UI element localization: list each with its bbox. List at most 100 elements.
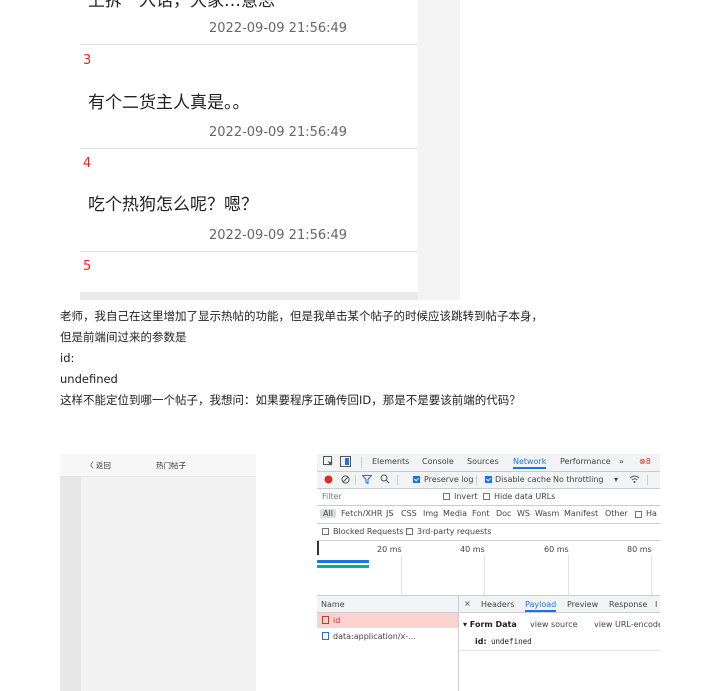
filter-row: Filter Invert Hide data URLs [317, 489, 660, 506]
more-tabs-button[interactable]: » [619, 457, 624, 466]
preserve-log-checkbox[interactable] [413, 476, 420, 483]
invert-checkbox[interactable] [443, 493, 450, 500]
blocked-requests-row: Blocked Requests 3rd-party requests [317, 524, 660, 541]
detail-tab-response[interactable]: Response [609, 600, 647, 609]
request-detail: × Headers Payload Preview Response I ▾ F… [459, 596, 660, 691]
network-conditions-icon[interactable] [629, 474, 640, 486]
form-data-value: undefined [491, 637, 532, 646]
toolbar-divider [355, 475, 356, 485]
post-text[interactable]: 上拆一入话，大家…意思 [88, 0, 275, 11]
record-icon[interactable] [324, 475, 333, 486]
detail-tab-headers[interactable]: Headers [481, 600, 514, 609]
post-number: 4 [83, 156, 92, 171]
post-text[interactable]: 有个二货主人真是。。 [88, 88, 250, 113]
phone-body [81, 477, 256, 691]
timeline-tick: 40 ms [460, 545, 485, 554]
type-filter-wasm[interactable]: Wasm [535, 509, 559, 518]
error-count-badge[interactable]: ⊗8 [639, 457, 651, 466]
tab-sources[interactable]: Sources [467, 457, 499, 466]
close-icon[interactable]: × [464, 599, 471, 608]
toolbar-divider [397, 475, 398, 485]
question-line-1: 老师，我自己在这里增加了显示热帖的功能，但是我单击某个帖子的时候应该跳转到帖子本… [60, 309, 543, 323]
type-filter-manifest[interactable]: Manifest [564, 509, 598, 518]
type-filter-doc[interactable]: Doc [496, 509, 511, 518]
back-button[interactable]: 〈 返回 [86, 460, 111, 471]
phone-preview: 〈 返回 热门帖子 [60, 454, 256, 691]
type-filter-js[interactable]: JS [386, 509, 393, 518]
question-line-3: id: [60, 351, 75, 365]
detail-tab-more[interactable]: I [655, 600, 657, 609]
third-party-label: 3rd-party requests [417, 527, 492, 536]
post-text[interactable]: 吃个热狗怎么呢？嗯？ [88, 190, 258, 215]
form-data-divider [459, 650, 660, 651]
has-blocked-cookies-checkbox[interactable] [635, 511, 642, 518]
throttling-dropdown-icon[interactable]: ▾ [614, 475, 618, 484]
detail-tab-bar: × Headers Payload Preview Response I [459, 596, 660, 613]
request-list: Name id data:application/x-... [317, 596, 459, 691]
post-time: 2022-09-09 21:56:49 [209, 125, 348, 140]
timeline-tick: 80 ms [627, 545, 652, 554]
type-filter-all[interactable]: All [320, 509, 336, 518]
device-toolbar-icon[interactable] [340, 456, 351, 469]
type-filter-img[interactable]: Img [423, 509, 438, 518]
type-filter-css[interactable]: CSS [401, 509, 417, 518]
filter-input[interactable]: Filter [322, 492, 342, 501]
detail-tab-payload[interactable]: Payload [525, 600, 557, 612]
form-data-toggle[interactable]: ▾ Form Data [463, 620, 517, 629]
type-filter-other[interactable]: Other [605, 509, 628, 518]
posts-screenshot: 上拆一入话，大家…意思 2022-09-09 21:56:49 3 有个二货主人… [80, 0, 460, 300]
detail-tab-preview[interactable]: Preview [567, 600, 598, 609]
document-error-icon [322, 616, 329, 626]
post-divider [80, 44, 418, 45]
post-list-bottom-edge [80, 292, 418, 300]
request-row-selected[interactable]: id [317, 613, 458, 628]
view-url-encoded-link[interactable]: view URL-encoded [594, 620, 660, 629]
request-list-header: Name [317, 596, 458, 613]
phone-side-strip [60, 477, 81, 691]
tab-console[interactable]: Console [422, 457, 454, 466]
tab-elements[interactable]: Elements [372, 457, 409, 466]
disable-cache-checkbox[interactable] [485, 476, 492, 483]
timeline-request-bar [317, 560, 369, 563]
third-party-checkbox[interactable] [406, 528, 413, 535]
request-row[interactable]: data:application/x-... [317, 629, 458, 644]
timeline-tick: 20 ms [377, 545, 402, 554]
post-list: 上拆一入话，大家…意思 2022-09-09 21:56:49 3 有个二货主人… [80, 0, 419, 300]
type-filter-fetch-xhr[interactable]: Fetch/XHR [341, 509, 382, 518]
preserve-log-label: Preserve log [424, 475, 474, 484]
request-name: data:application/x-... [333, 632, 416, 641]
question-line-2: 但是前端间过来的参数是 [60, 330, 187, 344]
inspect-element-icon[interactable] [323, 456, 334, 469]
blocked-requests-label: Blocked Requests [333, 527, 404, 536]
tab-network[interactable]: Network [513, 457, 547, 469]
type-filter-font[interactable]: Font [472, 509, 489, 518]
network-toolbar: Preserve log Disable cache No throttling… [317, 472, 660, 489]
toolbar-divider [476, 475, 477, 485]
toolbar-divider [361, 457, 362, 468]
post-divider [80, 148, 418, 149]
data-url-icon [322, 632, 329, 642]
blocked-requests-checkbox[interactable] [322, 528, 329, 535]
view-source-link[interactable]: view source [530, 620, 578, 629]
devtools-tab-bar: Elements Console Sources Network Perform… [317, 454, 660, 472]
question-line-4: undefined [60, 372, 118, 386]
post-time: 2022-09-09 21:56:49 [209, 228, 348, 243]
request-name: id [333, 616, 341, 625]
toolbar-divider [647, 475, 648, 485]
tab-performance[interactable]: Performance [560, 457, 611, 466]
disable-cache-label: Disable cache [495, 475, 551, 484]
timeline-cursor [317, 541, 319, 555]
question-line-5: 这样不能定位到哪一个帖子，我想问：如果要程序正确传回ID，那是不是要该前端的代码… [60, 393, 521, 407]
clear-icon[interactable] [341, 475, 350, 486]
timeline-overview[interactable]: 20 ms 40 ms 60 ms 80 ms [317, 541, 660, 596]
filter-icon[interactable] [361, 475, 373, 486]
type-filter-ws[interactable]: WS [517, 509, 530, 518]
hide-data-urls-checkbox[interactable] [483, 493, 490, 500]
resource-type-filters: All Fetch/XHR JS CSS Img Media Font Doc … [317, 506, 660, 524]
phone-title: 热门帖子 [156, 461, 186, 470]
devtools-panel: Elements Console Sources Network Perform… [317, 454, 660, 691]
throttling-select[interactable]: No throttling [553, 475, 604, 484]
search-icon[interactable] [380, 474, 390, 486]
name-column-header[interactable]: Name [321, 600, 345, 609]
type-filter-media[interactable]: Media [443, 509, 467, 518]
